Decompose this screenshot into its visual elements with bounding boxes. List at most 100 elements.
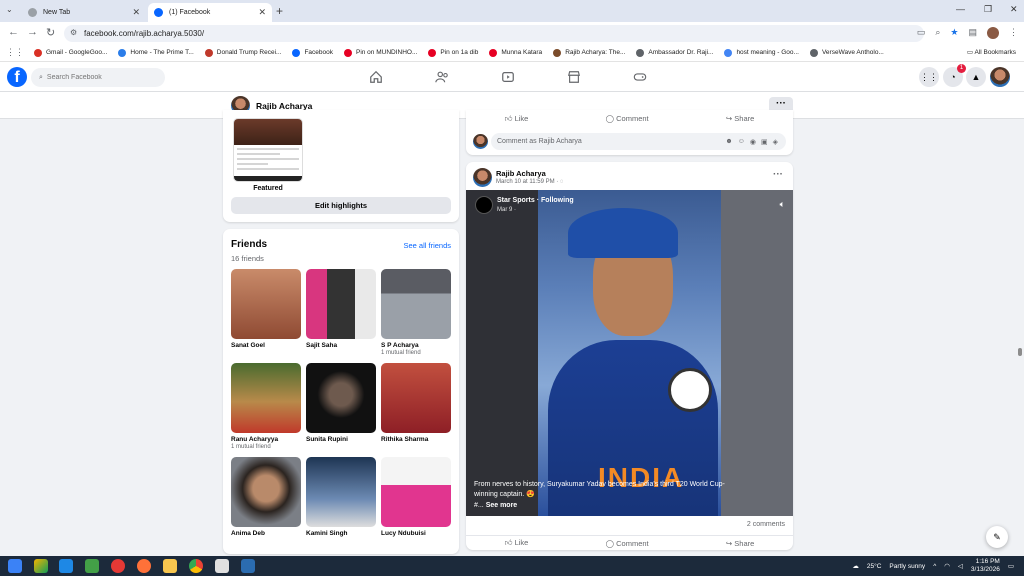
zoom-icon[interactable]: ⌕ [935,27,940,39]
bookmark-item[interactable]: Rajib Acharya: The... [553,48,625,57]
close-window-icon[interactable]: ✕ [1010,4,1018,15]
menu-grid-icon[interactable]: ⋮⋮ [919,67,939,87]
bookmark-item[interactable]: Facebook [292,48,333,57]
bookmark-item[interactable]: Pin on 1a dib [428,48,478,57]
back-icon[interactable]: ← [8,26,19,38]
messenger-icon[interactable]: ◔ 1 [943,64,966,87]
friend-tile[interactable]: Sunita Rupini [306,363,376,444]
network-icon[interactable]: ◠ [944,562,950,570]
friend-photo[interactable] [306,269,376,339]
star-sports-logo-icon[interactable] [475,196,493,214]
mute-icon[interactable]: 🔈︎ [780,199,785,210]
bookmark-item[interactable]: Home - The Prime T... [118,48,194,57]
edit-highlights-button[interactable]: Edit highlights [231,197,451,214]
gaming-icon[interactable] [633,70,647,84]
avatar-sticker-icon[interactable]: ☻ [725,138,732,146]
featured-thumbnail[interactable] [233,118,303,182]
notepad-icon[interactable] [215,559,229,573]
weather-desc[interactable]: Partly sunny [889,563,925,570]
star-bookmark-icon[interactable]: ★ [950,27,958,39]
friend-tile[interactable]: Lucy Ndubuisi [381,457,451,538]
friend-tile[interactable]: Kamini Singh [306,457,376,538]
maximize-icon[interactable]: ❐ [984,4,992,15]
bookmark-item[interactable]: Munna Katara [489,48,542,57]
url-input[interactable]: ⚙ facebook.com/rajib.acharya.5030/ [64,25,924,42]
camera-icon[interactable]: ◉ [750,138,756,146]
like-button[interactable]: 👍︎ Like [505,114,529,124]
friend-tile[interactable]: Anima Deb [231,457,301,538]
friend-photo[interactable] [231,269,301,339]
see-more-link[interactable]: See more [486,502,518,509]
sticker-icon[interactable]: ◈ [773,138,778,146]
firefox-icon[interactable] [137,559,151,573]
share-button[interactable]: ↪ Share [726,114,754,124]
comment-input[interactable]: Comment as Rajib Acharya ☻ ☺ ◉ ▣ ◈ [491,133,786,150]
video-icon[interactable] [501,70,515,84]
friend-name[interactable]: S P Acharya [381,342,451,349]
bookmark-item[interactable]: host meaning - Goo... [724,48,799,57]
home-icon[interactable] [369,70,383,84]
comments-count[interactable]: 2 comments [747,521,785,528]
account-avatar[interactable] [990,67,1010,87]
weather-temp[interactable]: 25°C [867,563,882,570]
profile-avatar[interactable] [987,27,999,39]
file-explorer-icon[interactable] [163,559,177,573]
facebook-logo-icon[interactable]: f [7,67,27,87]
tray-chevron-icon[interactable]: ^ [933,563,936,570]
close-tab-icon[interactable]: ✕ [258,7,266,18]
video-player[interactable]: INDIA Star Sports · Following Mar 9 · 🔈︎… [466,190,793,516]
all-bookmarks-button[interactable]: ▭ All Bookmarks [967,48,1016,56]
friend-name[interactable]: Sunita Rupini [306,436,376,443]
friend-name[interactable]: Kamini Singh [306,530,376,537]
notifications-bell-icon[interactable]: ▲ [966,67,986,87]
new-tab-button[interactable]: + [276,4,283,18]
post-more-icon[interactable]: ··· [773,169,783,180]
chrome-taskbar-icon[interactable] [189,559,203,573]
comment-button[interactable]: ◯ Comment [606,539,649,548]
post-author-avatar[interactable] [473,168,492,187]
bookmark-item[interactable]: Gmail - GoogleGoo... [34,48,107,57]
clock[interactable]: 1:16 PM 3/13/2026 [971,558,1000,574]
cast-icon[interactable]: ▭ [917,27,926,39]
emoji-icon[interactable]: ☺ [738,138,745,146]
page-scrollbar[interactable] [1018,348,1022,356]
copilot-icon[interactable] [34,559,48,573]
bookmark-item[interactable]: Donald Trump Recei... [204,48,281,57]
comment-button[interactable]: ◯ Comment [606,114,649,124]
friends-icon[interactable] [435,70,449,84]
share-button[interactable]: ↪ Share [726,539,754,548]
extensions-icon[interactable]: ▤ [968,27,977,39]
like-button[interactable]: 👍︎ Like [505,538,529,548]
start-icon[interactable] [8,559,22,573]
search-input[interactable] [46,74,147,81]
friend-photo[interactable] [381,457,451,527]
edge-icon[interactable] [59,559,73,573]
tab-search-icon[interactable]: ⌄ [6,5,13,14]
volume-icon[interactable]: ◁ [958,562,963,570]
site-info-icon[interactable]: ⚙ [70,28,77,37]
friend-tile[interactable]: Ranu Acharyya 1 mutual friend [231,363,301,450]
close-tab-icon[interactable]: ✕ [132,7,140,18]
friend-photo[interactable] [381,269,451,339]
friend-photo[interactable] [231,457,301,527]
forward-icon[interactable]: → [27,26,38,38]
channel-name[interactable]: Star Sports · Following [497,197,574,204]
friend-name[interactable]: Anima Deb [231,530,301,537]
opera-icon[interactable] [111,559,125,573]
bookmark-item[interactable]: VerseWave Antholo... [809,48,884,57]
friend-photo[interactable] [231,363,301,433]
apps-grid-icon[interactable]: ⋮⋮ [6,47,24,58]
weather-icon[interactable]: ☁ [852,562,859,570]
friend-name[interactable]: Lucy Ndubuisi [381,530,451,537]
app-icon[interactable] [241,559,255,573]
friend-name[interactable]: Sajit Saha [306,342,376,349]
bookmark-item[interactable]: Ambassador Dr. Raji... [636,48,713,57]
see-all-friends-link[interactable]: See all friends [403,241,451,250]
store-icon[interactable] [85,559,99,573]
friend-tile[interactable]: Sanat Goel [231,269,301,350]
friend-name[interactable]: Ranu Acharyya [231,436,301,443]
bookmark-item[interactable]: Pin on MUNDINHO... [343,48,417,57]
post-author-name[interactable]: Rajib Acharya [496,169,546,178]
friend-photo[interactable] [306,457,376,527]
gif-icon[interactable]: ▣ [761,138,768,146]
